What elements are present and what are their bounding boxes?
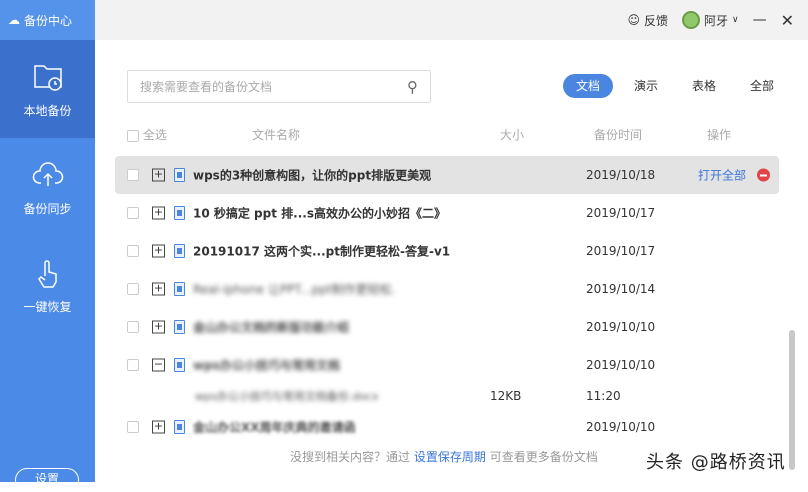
feedback-label: 反馈: [643, 13, 668, 28]
tab-presentations[interactable]: 演示: [621, 74, 671, 98]
watermark: 头条 @路桥资讯: [646, 452, 786, 473]
row-checkbox[interactable]: [127, 283, 139, 295]
feedback-button[interactable]: ☺ 反馈: [627, 12, 668, 29]
chevron-down-icon: ∨: [732, 15, 739, 25]
topbar: ☺ 反馈 阿牙 ∨ — ✕: [95, 0, 808, 40]
file-name[interactable]: 10 秒搞定 ppt 排...s高效办公的小妙招《二》: [193, 205, 446, 222]
file-name[interactable]: Real-iphone 让PPT...ppt制作更轻松.: [193, 281, 395, 298]
sidebar-item-label: 一键恢复: [23, 299, 72, 314]
word-doc-icon: [174, 358, 185, 372]
tab-spreadsheets[interactable]: 表格: [679, 74, 729, 98]
file-name[interactable]: 20191017 这两个实...pt制作更轻松-答复-v1: [193, 243, 450, 260]
row-checkbox[interactable]: [127, 321, 139, 333]
minimize-button[interactable]: —: [753, 12, 767, 28]
username: 阿牙: [703, 13, 728, 28]
close-button[interactable]: ✕: [781, 11, 794, 30]
word-doc-icon: [174, 168, 185, 182]
word-doc-icon: [174, 206, 185, 220]
file-name[interactable]: 金山办公XX周年庆典的邀请函: [193, 419, 356, 436]
sidebar-item-restore[interactable]: 一键恢复: [0, 236, 95, 334]
tab-all[interactable]: 全部: [737, 74, 787, 98]
word-doc-icon: [174, 244, 185, 258]
brand-title: 备份中心: [24, 13, 73, 28]
search-input[interactable]: 搜索需要查看的备份文档 ⚲: [127, 70, 431, 103]
backup-date: 2019/10/10: [586, 420, 656, 434]
backup-date: 2019/10/18: [586, 168, 656, 182]
scrollbar[interactable]: [789, 330, 795, 470]
sidebar-item-label: 本地备份: [23, 103, 72, 118]
tab-documents[interactable]: 文档: [563, 74, 614, 98]
open-all-link[interactable]: 打开全部: [698, 167, 746, 184]
collapse-icon[interactable]: −: [152, 358, 165, 372]
table-row[interactable]: + 20191017 这两个实...pt制作更轻松-答复-v1 2019/10/…: [115, 232, 779, 270]
word-doc-icon: [174, 282, 185, 296]
expand-icon[interactable]: +: [152, 244, 165, 258]
select-all-label: 全选: [142, 128, 167, 142]
brand: ☁ 备份中心: [0, 0, 95, 40]
table-row[interactable]: + 金山办公文档的新版功能介绍 2019/10/10: [115, 308, 779, 346]
avatar: [681, 11, 700, 29]
backup-date: 2019/10/17: [586, 206, 656, 220]
row-checkbox[interactable]: [127, 359, 139, 371]
table-row[interactable]: + 10 秒搞定 ppt 排...s高效办公的小妙招《二》 2019/10/17: [115, 194, 779, 232]
version-file-name[interactable]: wps办公小技巧与常用文档备份.docx: [195, 388, 378, 404]
backup-date: 2019/10/10: [586, 358, 656, 372]
file-size: 12KB: [490, 389, 522, 403]
backup-date: 2019/10/14: [586, 282, 656, 296]
folder-clock-icon: [33, 64, 62, 91]
expand-icon[interactable]: +: [152, 320, 165, 334]
column-size: 大小: [500, 128, 525, 142]
table-row[interactable]: + 金山办公XX周年庆典的邀请函 2019/10/10: [115, 408, 779, 446]
file-name[interactable]: wps办公小技巧与常用文档: [193, 357, 340, 374]
row-checkbox[interactable]: [127, 421, 139, 433]
checkbox[interactable]: [127, 129, 139, 142]
file-name[interactable]: wps的3种创意构图，让你的ppt排版更美观: [193, 167, 431, 184]
sidebar-item-label: 备份同步: [23, 201, 72, 216]
expand-icon[interactable]: +: [152, 282, 165, 296]
expand-icon[interactable]: +: [152, 420, 165, 434]
table-header: 全选 文件名称 大小 备份时间 操作: [127, 126, 788, 142]
column-name: 文件名称: [252, 128, 301, 142]
search-placeholder: 搜索需要查看的备份文档: [140, 80, 273, 94]
footer-prefix: 没搜到相关内容？通过: [290, 450, 411, 464]
word-doc-icon: [174, 420, 185, 434]
chat-icon: ☺: [627, 13, 640, 27]
table-row[interactable]: + wps的3种创意构图，让你的ppt排版更美观 2019/10/18 打开全部: [115, 156, 779, 194]
column-time: 备份时间: [594, 128, 643, 142]
backup-date: 2019/10/17: [586, 244, 656, 258]
sidebar-item-local-backup[interactable]: 本地备份: [0, 40, 95, 138]
footer-suffix: 可查看更多备份文档: [489, 450, 598, 464]
row-checkbox[interactable]: [127, 245, 139, 257]
type-tabs: 文档 演示 表格 全部: [563, 74, 795, 98]
hand-tap-icon: [37, 259, 57, 288]
backup-time: 11:20: [586, 389, 621, 403]
expand-icon[interactable]: +: [152, 168, 165, 182]
select-all-checkbox[interactable]: 全选: [127, 126, 167, 143]
row-checkbox[interactable]: [127, 207, 139, 219]
sidebar-item-sync[interactable]: 备份同步: [0, 138, 95, 236]
cloud-backup-icon: ☁: [8, 13, 20, 27]
table-row[interactable]: + Real-iphone 让PPT...ppt制作更轻松. 2019/10/1…: [115, 270, 779, 308]
row-checkbox[interactable]: [127, 169, 139, 181]
delete-icon[interactable]: [757, 168, 770, 182]
column-action: 操作: [707, 128, 732, 142]
expand-icon[interactable]: +: [152, 206, 165, 220]
file-name[interactable]: 金山办公文档的新版功能介绍: [193, 319, 349, 336]
user-menu[interactable]: 阿牙 ∨: [681, 11, 739, 29]
footer-hint: 没搜到相关内容？通过 设置保存周期 可查看更多备份文档: [290, 448, 598, 465]
cloud-upload-icon: [32, 161, 63, 186]
backup-date: 2019/10/10: [586, 320, 656, 334]
settings-button[interactable]: 设置: [15, 468, 79, 492]
set-retention-link[interactable]: 设置保存周期: [414, 450, 486, 464]
word-doc-icon: [174, 320, 185, 334]
sidebar: ☁ 备份中心 本地备份 备份同步 一键恢复 设置: [0, 0, 95, 492]
search-icon[interactable]: ⚲: [407, 78, 418, 96]
